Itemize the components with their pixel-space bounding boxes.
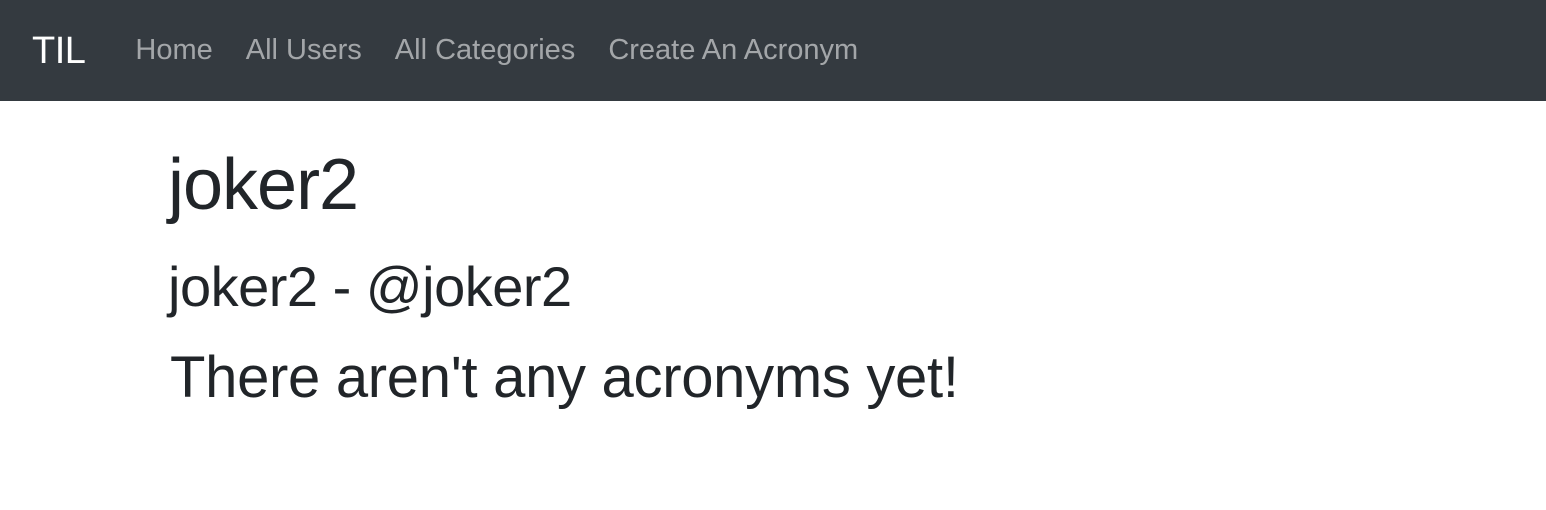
nav-item-home: Home — [135, 36, 245, 65]
no-acronyms-message: There aren't any acronyms yet! — [170, 345, 959, 410]
nav-list: Home All Users All Categories Create An … — [135, 36, 891, 65]
user-name-heading: joker2 — [168, 145, 359, 225]
nav-item-all-categories: All Categories — [395, 36, 609, 65]
nav-link-all-categories[interactable]: All Categories — [395, 34, 576, 66]
nav-link-all-users[interactable]: All Users — [246, 34, 362, 66]
nav-item-all-users: All Users — [246, 36, 395, 65]
user-subtitle-heading: joker2 - @joker2 — [168, 255, 572, 318]
brand-link[interactable]: TIL — [32, 32, 86, 70]
nav-link-create-acronym[interactable]: Create An Acronym — [608, 34, 858, 66]
nav-link-home[interactable]: Home — [135, 34, 212, 66]
top-navbar: TIL Home All Users All Categories Create… — [0, 0, 1546, 101]
nav-item-create-acronym: Create An Acronym — [608, 36, 891, 65]
